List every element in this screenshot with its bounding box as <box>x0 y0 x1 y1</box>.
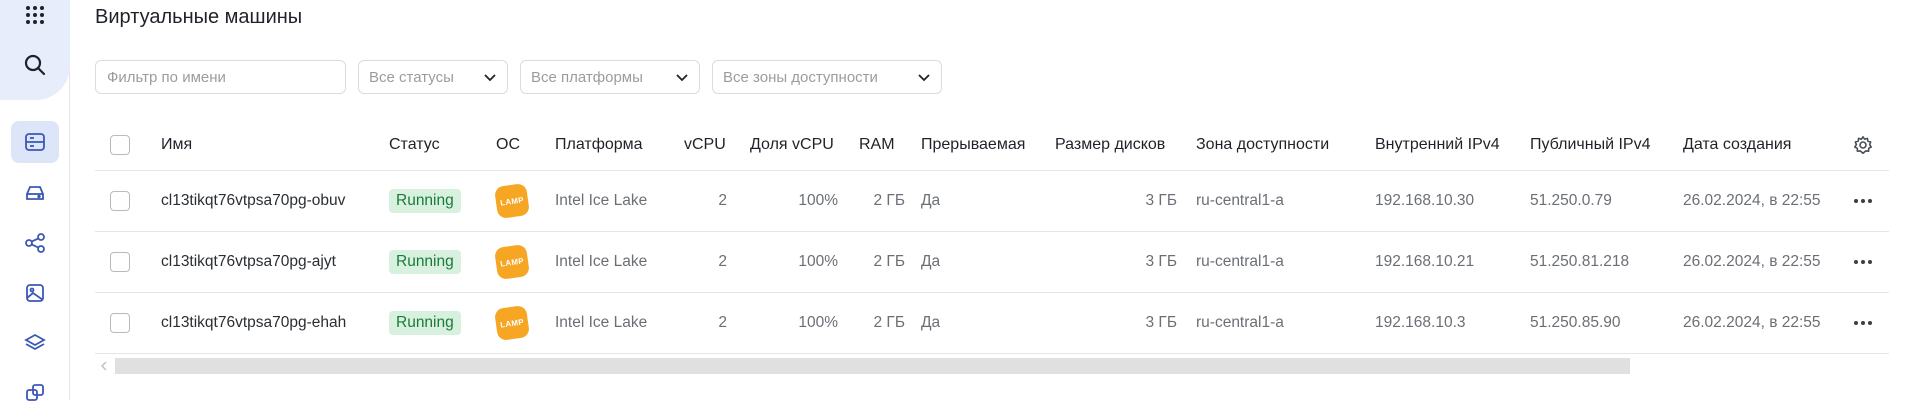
sidebar <box>0 0 70 401</box>
header-disk-size[interactable]: Размер дисков <box>1055 120 1165 170</box>
vm-created: 26.02.2024, в 22:55 <box>1683 192 1821 209</box>
header-preemptible[interactable]: Прерываемая <box>921 120 1025 170</box>
more-actions-icon[interactable] <box>1853 293 1873 353</box>
vm-disk-size: 3 ГБ <box>1145 314 1178 331</box>
name-filter-input[interactable]: Фильтр по имени <box>95 60 346 94</box>
vm-internal-ip: 192.168.10.21 <box>1375 253 1475 270</box>
vm-platform: Intel Ice Lake <box>555 253 648 270</box>
vm-vcpu: 2 <box>718 192 727 209</box>
vm-internal-ip: 192.168.10.3 <box>1375 314 1466 331</box>
status-filter-select[interactable]: Все статусы <box>358 60 508 94</box>
vm-preemptible: Да <box>921 192 941 209</box>
table-row[interactable]: cl13tikqt76vtpsa70pg-obuv Running LAMP I… <box>95 171 1889 232</box>
header-zone[interactable]: Зона доступности <box>1196 120 1329 170</box>
vm-table: Имя Статус ОС Платформа vCPU Доля vCPU R… <box>95 120 1889 354</box>
vm-public-ip: 51.250.85.90 <box>1530 314 1621 331</box>
vm-ram: 2 ГБ <box>873 253 906 270</box>
chevron-down-icon <box>918 74 930 82</box>
vm-vcpu-share: 100% <box>798 253 838 270</box>
image-icon[interactable] <box>11 272 59 314</box>
layers-icon[interactable] <box>11 322 59 364</box>
page-title: Виртуальные машины <box>95 6 303 28</box>
header-public-ip[interactable]: Публичный IPv4 <box>1530 120 1650 170</box>
vm-name[interactable]: cl13tikqt76vtpsa70pg-obuv <box>161 171 345 231</box>
vm-public-ip: 51.250.0.79 <box>1530 192 1612 209</box>
lamp-os-icon: LAMP <box>493 232 531 292</box>
vm-vcpu: 2 <box>718 253 727 270</box>
chevron-down-icon <box>484 74 496 82</box>
scroll-left-icon[interactable] <box>99 361 109 371</box>
select-all-checkbox[interactable] <box>110 120 130 170</box>
vm-preemptible: Да <box>921 314 941 331</box>
vm-zone: ru-central1-a <box>1196 192 1284 209</box>
platform-filter-select[interactable]: Все платформы <box>520 60 700 94</box>
gear-icon[interactable] <box>1853 120 1873 170</box>
status-badge: Running <box>389 171 461 231</box>
vm-vcpu-share: 100% <box>798 314 838 331</box>
vm-public-ip: 51.250.81.218 <box>1530 253 1630 270</box>
horizontal-scrollbar[interactable] <box>99 358 1922 374</box>
vm-disk-size: 3 ГБ <box>1145 253 1178 270</box>
instance-groups-icon[interactable] <box>11 372 59 414</box>
row-checkbox[interactable] <box>110 232 130 292</box>
table-row[interactable]: cl13tikqt76vtpsa70pg-ajyt Running LAMP I… <box>95 232 1889 293</box>
header-os[interactable]: ОС <box>496 120 520 170</box>
header-ram[interactable]: RAM <box>859 120 895 170</box>
vm-platform: Intel Ice Lake <box>555 314 648 331</box>
header-vcpu-share[interactable]: Доля vCPU <box>750 120 834 170</box>
disk-icon[interactable] <box>11 172 59 214</box>
vm-zone: ru-central1-a <box>1196 253 1284 270</box>
status-filter-value: Все статусы <box>369 68 454 86</box>
vm-vcpu: 2 <box>718 314 727 331</box>
table-header-row: Имя Статус ОС Платформа vCPU Доля vCPU R… <box>95 120 1889 171</box>
more-actions-icon[interactable] <box>1853 171 1873 231</box>
vm-disk-size: 3 ГБ <box>1145 192 1178 209</box>
scrollbar-thumb[interactable] <box>115 358 1630 374</box>
header-vcpu[interactable]: vCPU <box>684 120 726 170</box>
lamp-os-icon: LAMP <box>493 293 531 353</box>
filter-bar: Фильтр по имени Все статусы Все платформ… <box>95 60 942 94</box>
lamp-os-icon: LAMP <box>493 171 531 231</box>
compute-icon[interactable] <box>11 121 59 163</box>
vm-ram: 2 ГБ <box>873 192 906 209</box>
vm-vcpu-share: 100% <box>798 192 838 209</box>
vm-internal-ip: 192.168.10.30 <box>1375 192 1475 209</box>
vm-ram: 2 ГБ <box>873 314 906 331</box>
vm-platform: Intel Ice Lake <box>555 192 648 209</box>
status-badge: Running <box>389 232 461 292</box>
platform-filter-value: Все платформы <box>531 68 643 86</box>
row-checkbox[interactable] <box>110 293 130 353</box>
vm-zone: ru-central1-a <box>1196 314 1284 331</box>
name-filter-placeholder: Фильтр по имени <box>107 68 226 86</box>
main-content: Виртуальные машины Фильтр по имени Все с… <box>70 0 1922 400</box>
table-row[interactable]: cl13tikqt76vtpsa70pg-ehah Running LAMP I… <box>95 293 1889 354</box>
apps-grid-icon[interactable] <box>11 0 59 36</box>
header-internal-ip[interactable]: Внутренний IPv4 <box>1375 120 1500 170</box>
more-actions-icon[interactable] <box>1853 232 1873 292</box>
status-badge: Running <box>389 293 461 353</box>
search-icon[interactable] <box>11 44 59 86</box>
vm-created: 26.02.2024, в 22:55 <box>1683 253 1821 270</box>
chevron-down-icon <box>676 74 688 82</box>
header-status[interactable]: Статус <box>389 120 440 170</box>
vm-preemptible: Да <box>921 253 941 270</box>
zone-filter-value: Все зоны доступности <box>723 68 878 86</box>
network-icon[interactable] <box>11 222 59 264</box>
vm-name[interactable]: cl13tikqt76vtpsa70pg-ajyt <box>161 232 336 292</box>
vm-name[interactable]: cl13tikqt76vtpsa70pg-ehah <box>161 293 346 353</box>
header-created[interactable]: Дата создания <box>1683 120 1791 170</box>
header-platform[interactable]: Платформа <box>555 120 643 170</box>
row-checkbox[interactable] <box>110 171 130 231</box>
vm-created: 26.02.2024, в 22:55 <box>1683 314 1821 331</box>
sidebar-top-panel <box>0 0 70 100</box>
zone-filter-select[interactable]: Все зоны доступности <box>712 60 942 94</box>
header-name[interactable]: Имя <box>161 120 192 170</box>
